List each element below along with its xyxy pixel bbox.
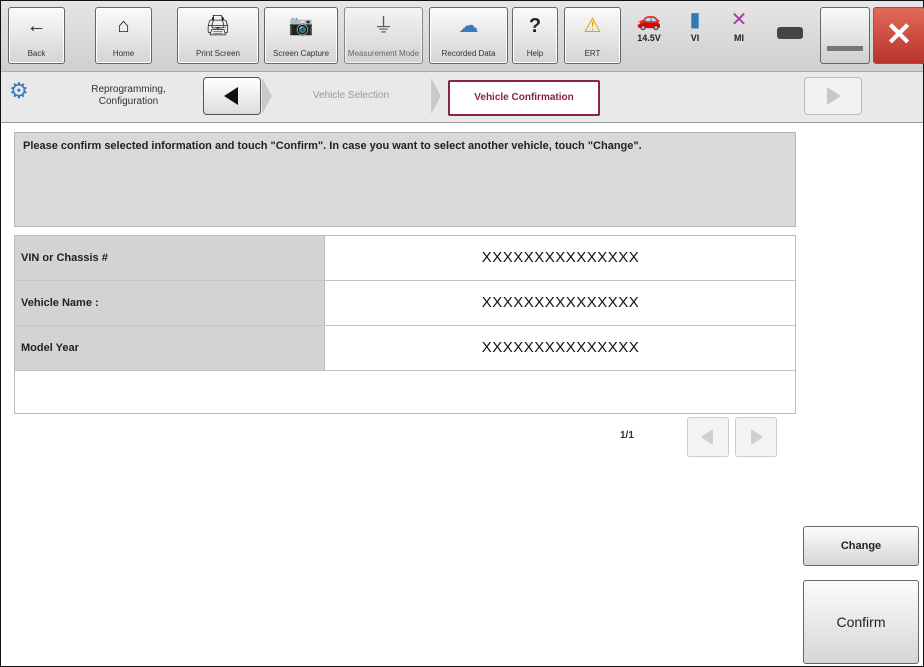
minimize-icon: [827, 46, 863, 51]
voltage-label: 14.5V: [637, 33, 661, 43]
step-vehicle-selection[interactable]: Vehicle Selection: [276, 80, 426, 112]
table-row: Vehicle Name : XXXXXXXXXXXXXXX: [15, 281, 795, 326]
step-separator: [262, 78, 272, 114]
help-label: Help: [526, 49, 544, 58]
step-vehicle-confirmation[interactable]: Vehicle Confirmation: [448, 80, 600, 116]
screen-capture-label: Screen Capture: [272, 49, 330, 58]
measurement-mode-button[interactable]: ⏚ Measurement Mode: [344, 7, 423, 64]
page-next-button[interactable]: [735, 417, 777, 457]
home-button[interactable]: ⌂ Home: [95, 7, 152, 64]
measurement-mode-label: Measurement Mode: [347, 49, 420, 58]
section-label: Reprogramming, Configuration: [91, 84, 166, 107]
page-left-icon: [701, 429, 713, 445]
previous-step-button[interactable]: [203, 77, 261, 115]
breadcrumb: ⚙ Reprogramming, Configuration Vehicle S…: [1, 72, 923, 123]
close-button[interactable]: ✕: [873, 7, 924, 64]
home-icon: ⌂: [117, 15, 130, 37]
measurement-icon: ⏚: [373, 15, 394, 37]
battery-voltage-status: 🚗 14.5V: [629, 7, 669, 62]
mi-label: MI: [734, 33, 744, 43]
help-icon: ?: [528, 15, 542, 37]
change-button[interactable]: Change: [803, 526, 919, 566]
home-label: Home: [112, 49, 135, 58]
vehicle-name-value: XXXXXXXXXXXXXXX: [481, 294, 640, 311]
ert-button[interactable]: ⚠ ERT: [564, 7, 621, 64]
car-icon: 🚗: [636, 9, 662, 31]
back-label: Back: [27, 49, 46, 58]
table-row: VIN or Chassis # XXXXXXXXXXXXXXX: [15, 236, 795, 281]
print-screen-button[interactable]: 🖨 Print Screen: [177, 7, 259, 64]
reprogramming-icon: ⚙: [9, 78, 29, 103]
warning-icon: ⚠: [583, 15, 602, 37]
model-year-value: XXXXXXXXXXXXXXX: [481, 339, 640, 356]
table-row: Model Year XXXXXXXXXXXXXXX: [15, 326, 795, 371]
confirm-button[interactable]: Confirm: [803, 580, 919, 664]
top-toolbar: ← Back ⌂ Home 🖨 Print Screen 📷 Screen Ca…: [1, 1, 924, 72]
right-arrow-icon: [827, 87, 841, 105]
mi-x-icon: ✕: [730, 9, 748, 31]
vin-value: XXXXXXXXXXXXXXX: [481, 249, 640, 266]
page-prev-button[interactable]: [687, 417, 729, 457]
vin-key: VIN or Chassis #: [15, 236, 325, 280]
next-step-button[interactable]: [804, 77, 862, 115]
vehicle-info-table: VIN or Chassis # XXXXXXXXXXXXXXX Vehicle…: [14, 235, 796, 414]
vi-status: ▮ VI: [675, 7, 715, 62]
screen-capture-button[interactable]: 📷 Screen Capture: [264, 7, 338, 64]
ert-label: ERT: [584, 49, 601, 58]
recorded-data-label: Recorded Data: [441, 49, 496, 58]
instruction-box: Please confirm selected information and …: [14, 132, 796, 227]
step-separator: [431, 78, 441, 114]
page-indicator: 1/1: [620, 430, 634, 441]
left-arrow-icon: [224, 87, 238, 105]
camera-icon: 📷: [288, 15, 314, 37]
minimize-button[interactable]: [820, 7, 870, 64]
instruction-text: Please confirm selected information and …: [23, 140, 642, 152]
recorded-data-button[interactable]: ☁ Recorded Data: [429, 7, 508, 64]
vehicle-name-key: Vehicle Name :: [15, 281, 325, 325]
signal-icon: ▮: [689, 9, 701, 31]
back-arrow-icon: ←: [26, 15, 47, 37]
close-icon: ✕: [885, 16, 913, 52]
mi-status: ✕ MI: [719, 7, 759, 62]
model-year-key: Model Year: [15, 326, 325, 370]
page-right-icon: [751, 429, 763, 445]
vi-label: VI: [690, 33, 700, 43]
table-row-empty: [15, 371, 795, 413]
back-button[interactable]: ← Back: [8, 7, 65, 64]
print-screen-label: Print Screen: [195, 49, 241, 58]
cable-icon: [777, 27, 803, 39]
recorded-data-icon: ☁: [458, 15, 479, 37]
help-button[interactable]: ? Help: [512, 7, 558, 64]
printer-icon: 🖨: [205, 15, 231, 37]
